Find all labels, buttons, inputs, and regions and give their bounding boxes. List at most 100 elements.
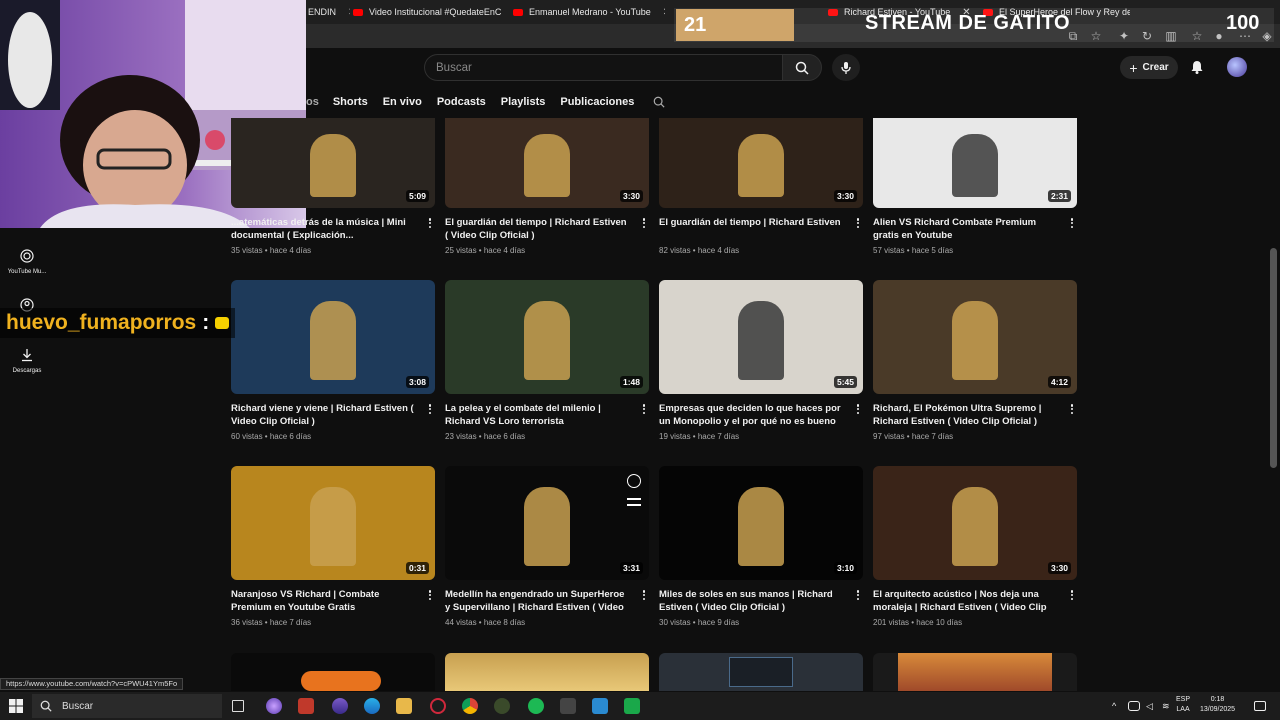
video-title[interactable]: Medellín ha engendrado un SuperHeroe y S… (445, 588, 629, 615)
more-options-icon[interactable] (425, 402, 435, 416)
video-title[interactable]: Naranjoso VS Richard | Combate Premium e… (231, 588, 415, 614)
video-title[interactable]: Empresas que deciden lo que haces por un… (659, 402, 843, 429)
dot (856, 597, 860, 600)
video-thumbnail[interactable]: 4:12 (873, 280, 1077, 394)
notifications-center-icon[interactable] (1254, 701, 1266, 711)
more-options-icon[interactable] (853, 216, 863, 230)
opera-browser-icon[interactable] (430, 698, 446, 714)
video-thumbnail[interactable]: 3:30 (873, 466, 1077, 580)
xbox-app-icon[interactable] (494, 698, 510, 714)
telegram-app-icon[interactable] (592, 698, 608, 714)
video-title[interactable]: Miles de soles en sus manos | Richard Es… (659, 588, 843, 614)
volume-icon[interactable]: ◁ (1146, 701, 1158, 711)
search-box[interactable] (424, 54, 782, 81)
voice-search-button[interactable] (832, 54, 860, 81)
video-thumbnail[interactable]: 0:31 (231, 466, 435, 580)
video-card[interactable]: 5:09 ...atemáticas detrás de la música | … (231, 94, 435, 259)
more-options-icon[interactable] (639, 216, 649, 230)
video-thumbnail[interactable]: 3:31 (445, 466, 649, 580)
video-title[interactable]: El guardián del tiempo | Richard Estiven (659, 216, 843, 229)
add-to-queue-icon[interactable] (627, 498, 641, 506)
video-thumbnail[interactable]: 3:10 (659, 466, 863, 580)
thumbnail-art (310, 134, 356, 198)
browser-tab-0[interactable]: ENDIN ✕ (300, 2, 350, 22)
more-options-icon[interactable] (425, 588, 435, 602)
task-view-icon[interactable] (232, 700, 244, 712)
video-thumbnail[interactable]: 5:45 (659, 280, 863, 394)
tab-label: Video Institucional #QuedateEnC (369, 7, 502, 17)
video-card[interactable]: 4:12 Richard, El Pokémon Ultra Supremo | … (873, 280, 1077, 445)
partial-thumbnail[interactable] (445, 653, 649, 691)
video-thumbnail[interactable]: 2:31 (873, 118, 1077, 208)
notifications-bell-icon[interactable] (1189, 59, 1205, 75)
language-indicator[interactable]: ESP LAA (1176, 695, 1190, 715)
pdf-app-icon[interactable] (298, 698, 314, 714)
browser-tab-1[interactable]: Video Institucional #QuedateEnC ✕ (345, 2, 505, 22)
taskbar-search[interactable]: Buscar (32, 694, 222, 718)
taskbar-clock[interactable]: 0:18 13/09/2025 (1200, 695, 1235, 715)
chrome-browser-icon[interactable] (462, 698, 478, 714)
tray-chevron-icon[interactable]: ^ (1112, 701, 1122, 711)
user-avatar[interactable] (1227, 57, 1247, 77)
video-thumbnail[interactable]: 3:30 (659, 118, 863, 208)
search-button[interactable] (782, 54, 822, 81)
video-thumbnail[interactable]: 3:30 (445, 118, 649, 208)
video-card[interactable]: 3:10 Miles de soles en sus manos | Richar… (659, 466, 863, 631)
video-duration: 3:31 (619, 562, 643, 574)
video-thumbnail[interactable]: 1:48 (445, 280, 649, 394)
dot (856, 590, 860, 593)
close-icon[interactable]: ✕ (663, 7, 665, 18)
create-button[interactable]: + Crear (1120, 56, 1178, 79)
video-card[interactable]: 1:48 La pelea y el combate del milenio | … (445, 280, 649, 445)
video-title[interactable]: La pelea y el combate del milenio | Rich… (445, 402, 629, 428)
edge-browser-icon[interactable] (364, 698, 380, 714)
video-card[interactable]: 2:31 Alien VS Richard Combate Premium gra… (873, 94, 1077, 259)
video-title[interactable]: ...atemáticas detrás de la música | Mini… (231, 216, 415, 242)
search-input[interactable] (425, 55, 782, 80)
video-meta: 82 vistas • hace 4 días (659, 246, 740, 255)
more-options-icon[interactable] (425, 216, 435, 230)
more-options-icon[interactable] (1067, 216, 1077, 230)
video-card[interactable]: 3:30 El arquitecto acústico | Nos deja un… (873, 466, 1077, 631)
browser-tab-2[interactable]: Enmanuel Medrano - YouTube ✕ (505, 2, 665, 22)
more-options-icon[interactable] (639, 588, 649, 602)
partial-thumbnail[interactable] (659, 653, 863, 691)
spotify-icon[interactable] (528, 698, 544, 714)
video-card[interactable]: 3:30 El guardián del tiempo | Richard Est… (659, 94, 863, 259)
watch-later-icon[interactable] (627, 474, 641, 488)
more-options-icon[interactable] (1067, 402, 1077, 416)
app-green-icon[interactable] (624, 698, 640, 714)
scrollbar-thumb[interactable] (1270, 248, 1277, 468)
more-options-icon[interactable] (853, 402, 863, 416)
dot (1070, 590, 1074, 593)
video-card[interactable]: 0:31 Naranjoso VS Richard | Combate Premi… (231, 466, 435, 631)
video-title[interactable]: El arquitecto acústico | Nos deja una mo… (873, 588, 1057, 615)
video-card[interactable]: 3:08 Richard viene y viene | Richard Esti… (231, 280, 435, 445)
video-card[interactable]: 5:45 Empresas que deciden lo que haces po… (659, 280, 863, 445)
video-card[interactable]: 3:30 El guardián del tiempo | Richard Est… (445, 94, 649, 259)
thumbnail-art (952, 134, 998, 198)
more-options-icon[interactable] (853, 588, 863, 602)
more-options-icon[interactable] (1067, 588, 1077, 602)
video-thumbnail[interactable]: 5:09 (231, 118, 435, 208)
video-title[interactable]: Richard viene y viene | Richard Estiven … (231, 402, 415, 428)
sidebar-item-descargas[interactable]: Descargas (0, 348, 54, 374)
partial-thumbnail[interactable] (231, 653, 435, 691)
more-options-icon[interactable] (639, 402, 649, 416)
windows-start-icon[interactable] (8, 698, 24, 714)
video-card[interactable]: 3:31 Medellín ha engendrado un SuperHeroe… (445, 466, 649, 631)
calendar-app-icon[interactable] (560, 698, 576, 714)
video-title[interactable]: El guardián del tiempo | Richard Estiven… (445, 216, 629, 242)
youtube-icon (513, 8, 523, 16)
sidebar-item-youtube-music[interactable]: YouTube Mu... (0, 249, 54, 275)
wifi-icon[interactable]: ≋ (1162, 701, 1172, 711)
dot (642, 593, 646, 597)
file-explorer-icon[interactable] (396, 698, 412, 714)
video-thumbnail[interactable]: 3:08 (231, 280, 435, 394)
video-title[interactable]: Richard, El Pokémon Ultra Supremo | Rich… (873, 402, 1057, 428)
app-icon[interactable] (332, 698, 348, 714)
copilot-app-icon[interactable] (266, 698, 282, 714)
video-title[interactable]: Alien VS Richard Combate Premium gratis … (873, 216, 1057, 242)
partial-thumbnail[interactable] (873, 653, 1077, 691)
dot (1070, 221, 1074, 225)
